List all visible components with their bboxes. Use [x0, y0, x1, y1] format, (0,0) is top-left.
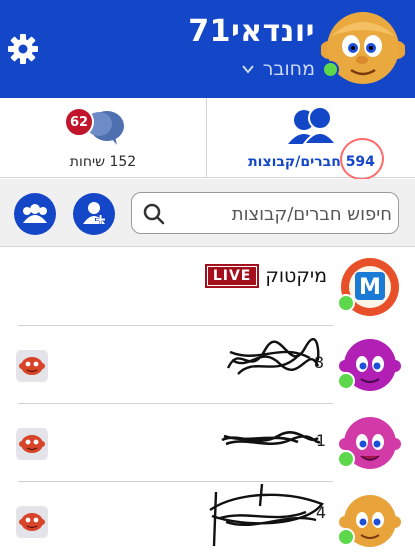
action-button[interactable] [16, 506, 48, 538]
contact-name: מיקטוק LIVE [204, 264, 327, 288]
tab-friends[interactable]: 594 חברים/קבוצות [208, 98, 415, 178]
status-label: מחובר [262, 58, 315, 80]
contact-name-text: מיקטוק [265, 265, 327, 287]
face-icon [19, 357, 45, 375]
search-icon [143, 203, 165, 225]
list-item[interactable]: 4 [0, 482, 415, 553]
add-friend-icon [83, 202, 106, 225]
tab-chats[interactable]: 62 152 שיחות [0, 98, 207, 178]
list-item[interactable]: M מיקטוק LIVE [0, 248, 415, 326]
online-indicator [337, 372, 355, 390]
tab-chats-label: 152 שיחות [69, 154, 137, 170]
search-field[interactable] [131, 192, 399, 234]
online-indicator [337, 528, 355, 546]
svg-text:M: M [359, 275, 381, 300]
friends-icon [287, 106, 338, 145]
live-badge: LIVE [204, 264, 260, 288]
redacted-name: 4 [209, 483, 326, 547]
status-dropdown[interactable]: מחובר [241, 58, 315, 80]
redacted-name: 8 [226, 338, 324, 375]
redacted-name: 1 [221, 431, 326, 450]
face-icon [19, 435, 45, 453]
face-icon [19, 513, 45, 531]
chevron-down-icon [242, 65, 254, 74]
online-indicator [337, 294, 355, 312]
list-item[interactable]: 1 [0, 404, 415, 482]
groups-button[interactable] [14, 193, 56, 235]
gear-icon[interactable] [6, 32, 40, 66]
app-header: יונדאי71 מחובר [0, 0, 415, 98]
search-input[interactable] [170, 200, 392, 228]
online-indicator [337, 450, 355, 468]
add-friend-button[interactable] [73, 193, 115, 235]
list-item[interactable]: 8 [0, 326, 415, 404]
online-indicator [322, 61, 339, 78]
unread-badge: 62 [64, 107, 94, 137]
action-button[interactable] [16, 428, 48, 460]
username-title: יונדאי71 [188, 14, 315, 49]
groups-icon [23, 204, 47, 223]
search-bar-row [0, 179, 415, 247]
action-button[interactable] [16, 350, 48, 382]
